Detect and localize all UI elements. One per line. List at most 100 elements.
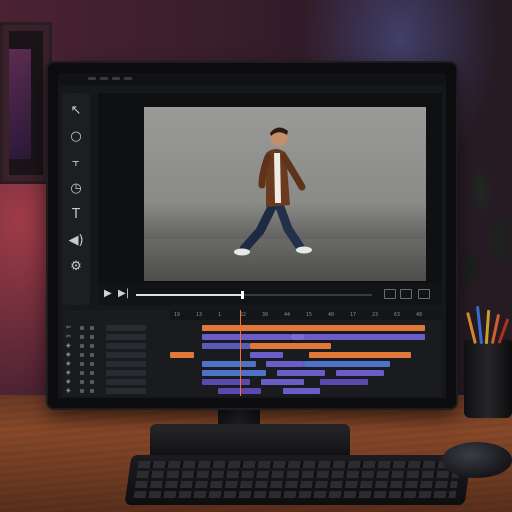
menu-item[interactable] xyxy=(124,77,132,80)
track-header[interactable]: ◈ xyxy=(62,378,166,386)
track-name-field[interactable] xyxy=(106,343,146,349)
timeline-clip[interactable] xyxy=(290,334,304,340)
track-type-icon: ◈ xyxy=(66,378,71,385)
timeline-clip[interactable] xyxy=(202,379,251,385)
track-lock-toggle[interactable] xyxy=(90,362,94,366)
ruler-tick-label: 63 xyxy=(394,312,401,318)
timeline-clip[interactable] xyxy=(336,370,385,376)
trim-icon[interactable]: ⫟ xyxy=(66,153,86,173)
tool-panel: ↖ ○ ⫟ ◷ T ◀) ⚙ xyxy=(62,93,90,305)
track-header[interactable]: ◈ xyxy=(62,387,166,395)
track-header[interactable]: ✂ xyxy=(62,333,166,341)
track-type-icon: ✂ xyxy=(66,333,72,340)
track-header[interactable]: ◈ xyxy=(62,351,166,359)
play-button[interactable]: ▶ xyxy=(104,286,112,302)
menu-item[interactable] xyxy=(100,77,108,80)
keyboard xyxy=(124,455,472,505)
timeline-clip[interactable] xyxy=(261,379,304,385)
timeline-clip[interactable] xyxy=(202,325,425,331)
timeline-ruler[interactable]: 19 13 1 22 30 44 15 40 17 23 63 48 xyxy=(170,310,442,320)
settings-icon[interactable] xyxy=(384,289,396,299)
text-tool-icon[interactable]: T xyxy=(66,205,86,225)
track-header[interactable]: ◈ xyxy=(62,369,166,377)
menu-item[interactable] xyxy=(112,77,120,80)
track-visibility-toggle[interactable] xyxy=(80,362,84,366)
timeline-playhead[interactable] xyxy=(239,310,241,396)
timeline-clip[interactable] xyxy=(320,379,369,385)
track-type-icon: ◈ xyxy=(66,351,71,358)
track-lock-toggle[interactable] xyxy=(90,344,94,348)
clock-icon[interactable]: ◷ xyxy=(66,179,86,199)
audio-icon[interactable]: ◀) xyxy=(66,231,86,251)
timeline-clip[interactable] xyxy=(250,352,283,358)
fullscreen-icon[interactable] xyxy=(418,289,430,299)
cursor-arrow-icon[interactable]: ↖ xyxy=(66,101,86,121)
ruler-tick-label: 22 xyxy=(240,312,247,318)
timeline-clip[interactable] xyxy=(250,343,331,349)
track-lock-toggle[interactable] xyxy=(90,335,94,339)
track-lock-toggle[interactable] xyxy=(90,353,94,357)
track-lock-toggle[interactable] xyxy=(90,389,94,393)
track-type-icon: ◈ xyxy=(66,360,71,367)
timeline-clip[interactable] xyxy=(309,352,412,358)
track-visibility-toggle[interactable] xyxy=(80,344,84,348)
ruler-tick-label: 44 xyxy=(284,312,291,318)
timeline-clip[interactable] xyxy=(170,352,195,358)
scrub-handle[interactable] xyxy=(241,291,245,299)
mouse xyxy=(442,442,512,478)
ruler-tick-label: 13 xyxy=(196,312,203,318)
track-visibility-toggle[interactable] xyxy=(80,353,84,357)
wall-picture-frame xyxy=(0,22,52,184)
track-visibility-toggle[interactable] xyxy=(80,389,84,393)
track-lock-toggle[interactable] xyxy=(90,326,94,330)
track-visibility-toggle[interactable] xyxy=(80,371,84,375)
track-visibility-toggle[interactable] xyxy=(80,380,84,384)
crop-icon[interactable] xyxy=(400,289,412,299)
track-name-field[interactable] xyxy=(106,388,146,394)
ruler-tick-label: 40 xyxy=(328,312,335,318)
track-visibility-toggle[interactable] xyxy=(80,335,84,339)
track-name-field[interactable] xyxy=(106,325,146,331)
timeline-clip[interactable] xyxy=(304,334,425,340)
track-name-field[interactable] xyxy=(106,379,146,385)
timeline-clip[interactable] xyxy=(202,361,256,367)
track-name-field[interactable] xyxy=(106,361,146,367)
ruler-tick-label: 15 xyxy=(306,312,313,318)
transport-bar: ▶ ▶| xyxy=(98,283,442,305)
menu-bar xyxy=(58,73,446,85)
monitor: ↖ ○ ⫟ ◷ T ◀) ⚙ ▶ ▶| 19 13 1 22 30 44 15 … xyxy=(48,63,456,408)
track-lock-toggle[interactable] xyxy=(90,380,94,384)
timeline-clip[interactable] xyxy=(202,334,291,340)
timeline-clip[interactable] xyxy=(266,361,304,367)
ruler-tick-label: 1 xyxy=(218,312,222,318)
track-type-icon: ✂ xyxy=(66,324,72,331)
video-viewer: ▶ ▶| xyxy=(98,93,442,305)
track-visibility-toggle[interactable] xyxy=(80,326,84,330)
track-type-icon: ◈ xyxy=(66,342,71,349)
timeline-clip[interactable] xyxy=(202,343,251,349)
track-header[interactable]: ◈ xyxy=(62,342,166,350)
track-type-icon: ◈ xyxy=(66,387,71,394)
timeline-clip[interactable] xyxy=(304,361,390,367)
track-header[interactable]: ◈ xyxy=(62,360,166,368)
ruler-tick-label: 30 xyxy=(262,312,269,318)
timeline-clip[interactable] xyxy=(277,370,326,376)
timeline-clip[interactable] xyxy=(282,388,321,394)
scrub-bar[interactable] xyxy=(136,291,372,299)
scrub-progress xyxy=(136,294,243,296)
track-type-icon: ◈ xyxy=(66,369,71,376)
skip-forward-button[interactable]: ▶| xyxy=(118,286,129,302)
circle-icon[interactable]: ○ xyxy=(66,127,86,147)
walking-man-figure xyxy=(234,127,312,256)
video-frame xyxy=(144,107,426,281)
artwork xyxy=(9,49,31,159)
track-name-field[interactable] xyxy=(106,370,146,376)
menu-item[interactable] xyxy=(88,77,96,80)
track-name-field[interactable] xyxy=(106,352,146,358)
track-header[interactable]: ✂ xyxy=(62,324,166,332)
timeline-clip[interactable] xyxy=(202,370,267,376)
track-lock-toggle[interactable] xyxy=(90,371,94,375)
ruler-tick-label: 23 xyxy=(372,312,379,318)
gear-icon[interactable]: ⚙ xyxy=(66,257,86,277)
track-name-field[interactable] xyxy=(106,334,146,340)
